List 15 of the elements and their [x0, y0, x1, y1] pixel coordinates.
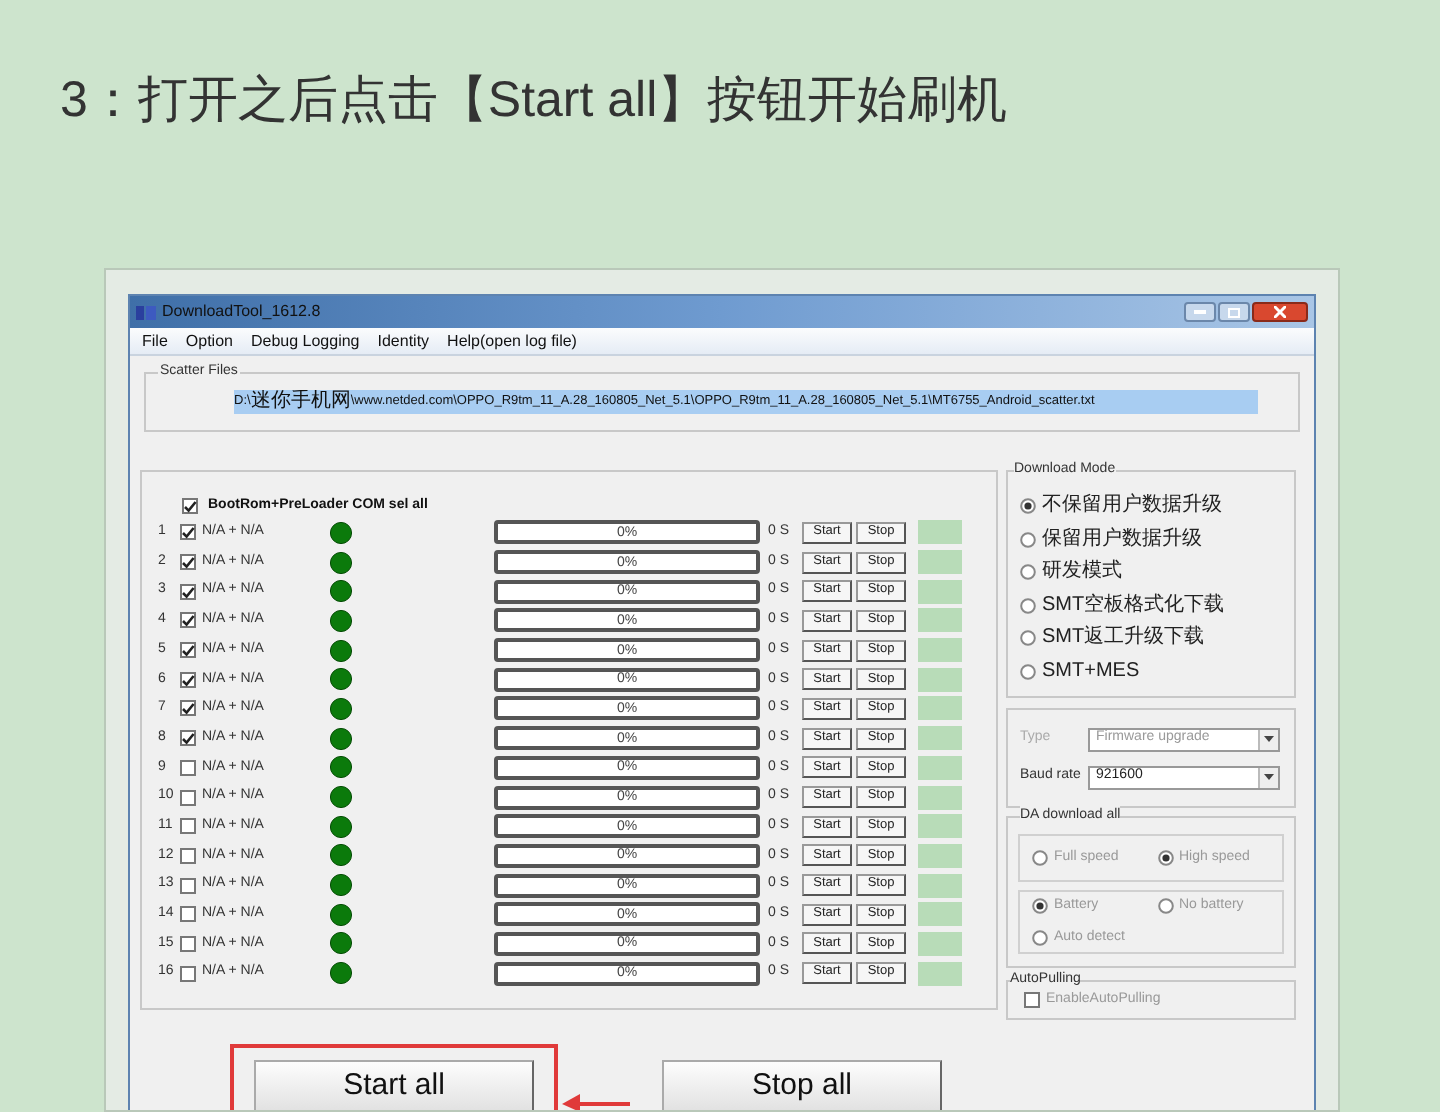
radio-label: 不保留用户数据升级 [1042, 496, 1222, 517]
action-button[interactable]: Start all [254, 1060, 534, 1110]
menu-item[interactable]: Debug Logging [250, 329, 360, 353]
radio-label: SMT返工升级下载 [1042, 628, 1205, 649]
menu-item[interactable]: File [142, 329, 168, 353]
menu-item[interactable]: Option [185, 329, 233, 353]
radio-label: 保留用户数据升级 [1042, 529, 1202, 550]
action-button[interactable]: Stop all [662, 1060, 942, 1110]
window-title: DownloadTool_1612.8 [162, 300, 321, 324]
article-heading: 3：打开之后点击【Start all】按钮开始刷机 [58, 70, 1010, 132]
menu-item[interactable]: Help(open log file) [447, 329, 577, 353]
radio-label: SMT+MES [1042, 661, 1140, 682]
menu-item[interactable]: Identity [377, 329, 430, 353]
radio-label: 研发模式 [1042, 562, 1122, 583]
radio-label: SMT空板格式化下载 [1042, 595, 1225, 616]
